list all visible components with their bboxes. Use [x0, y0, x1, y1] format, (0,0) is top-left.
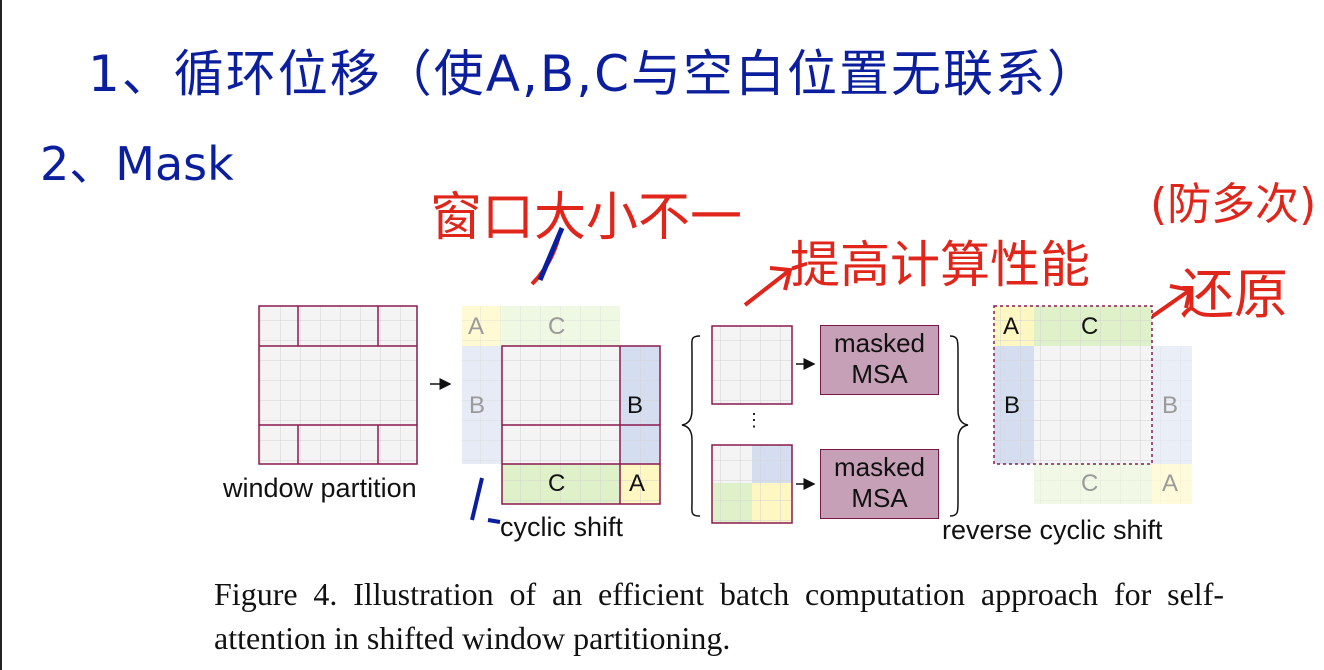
reverse-a: A — [1003, 313, 1020, 340]
reverse-cyclic-shift-label: reverse cyclic shift — [942, 515, 1163, 545]
msa-top-line-2: MSA — [851, 359, 908, 389]
cyclic-a: A — [629, 470, 646, 497]
left-brace — [681, 335, 701, 517]
blue-pen-mark-1 — [537, 227, 565, 281]
cyclic-c: C — [548, 470, 566, 497]
window-partition-label: window partition — [223, 473, 417, 503]
small-window-top — [711, 325, 793, 405]
msa-bottom-line-1: masked — [833, 452, 926, 482]
small-window-bottom — [711, 444, 793, 524]
red-arrow-stroke-3 — [1148, 284, 1193, 320]
figure-caption: Figure 4. Illustration of an efficient b… — [214, 576, 1224, 656]
reverse-b: B — [1004, 392, 1021, 419]
msa-top-line-1: masked — [833, 328, 926, 358]
reverse-c: C — [1081, 313, 1099, 340]
figure-graphics — [258, 227, 1193, 524]
cyclic-a-faded: A — [468, 313, 485, 340]
right-brace — [949, 335, 969, 517]
cyclic-b-faded: B — [469, 392, 486, 419]
msa-bottom-line-2: MSA — [851, 483, 908, 513]
blue-pen-mark-2 — [470, 477, 501, 524]
masked-msa-box-top: masked MSA — [820, 325, 939, 395]
reverse-c-faded: C — [1081, 470, 1099, 497]
cyclic-b: B — [627, 392, 644, 419]
reverse-a-faded: A — [1162, 470, 1179, 497]
cyclic-shift-label: cyclic shift — [500, 512, 624, 542]
cyclic-c-faded: C — [548, 313, 566, 340]
masked-msa-box-bottom: masked MSA — [820, 449, 939, 519]
vertical-dots: ⋮ — [745, 410, 763, 430]
red-arrow-stroke-2 — [743, 266, 793, 307]
reverse-b-faded: B — [1162, 392, 1179, 419]
window-partition-grid — [258, 305, 418, 465]
